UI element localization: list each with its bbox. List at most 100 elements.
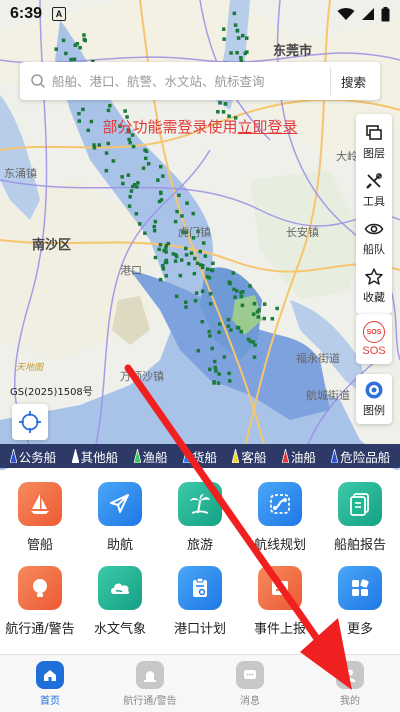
ship-dot[interactable] (78, 45, 82, 50)
ship-dot[interactable] (192, 271, 197, 276)
ship-dot[interactable] (81, 107, 85, 112)
ship-dot[interactable] (253, 343, 257, 347)
ship-dot[interactable] (248, 339, 253, 344)
ship-dot[interactable] (194, 291, 199, 295)
ship-dot[interactable] (106, 108, 111, 113)
ship-dot[interactable] (251, 312, 256, 316)
ship-dot[interactable] (252, 301, 257, 306)
ship-dot[interactable] (231, 271, 236, 275)
ship-dot[interactable] (202, 241, 206, 245)
ship-dot[interactable] (175, 209, 179, 214)
ship-dot[interactable] (198, 249, 203, 254)
ship-dot[interactable] (214, 369, 218, 373)
ship-dot[interactable] (108, 104, 112, 108)
ship-dot[interactable] (152, 228, 157, 233)
ship-dot[interactable] (193, 256, 197, 261)
ship-dot[interactable] (136, 181, 140, 185)
ship-dot[interactable] (227, 371, 231, 376)
ship-dot[interactable] (152, 224, 157, 229)
ship-dot[interactable] (275, 306, 279, 311)
ship-dot[interactable] (228, 379, 232, 383)
ship-dot[interactable] (69, 57, 73, 62)
ship-dot[interactable] (228, 281, 232, 286)
ship-dot[interactable] (195, 261, 200, 266)
ship-dot[interactable] (121, 181, 125, 186)
ship-dot[interactable] (138, 222, 142, 226)
ship-dot[interactable] (61, 38, 66, 43)
sos-button[interactable]: SOS SOS (356, 314, 392, 364)
ship-dot[interactable] (226, 324, 231, 328)
ship-dot[interactable] (187, 262, 191, 266)
ship-dot[interactable] (161, 263, 165, 268)
tab-profile[interactable]: 我的 (300, 655, 400, 712)
ship-dot[interactable] (104, 151, 109, 155)
ship-dot[interactable] (208, 367, 212, 372)
ship-dot[interactable] (222, 37, 226, 41)
func-event-report[interactable]: 事件上报 (240, 566, 320, 650)
ship-dot[interactable] (248, 284, 252, 288)
ship-dot[interactable] (189, 251, 194, 255)
ship-dot[interactable] (201, 264, 205, 268)
ship-dot[interactable] (241, 33, 245, 38)
ship-dot[interactable] (161, 267, 166, 271)
ship-dot[interactable] (144, 156, 148, 161)
ship-dot[interactable] (223, 102, 228, 106)
ship-dot[interactable] (128, 195, 132, 199)
ship-dot[interactable] (177, 193, 181, 198)
ship-dot[interactable] (216, 381, 221, 385)
ship-dot[interactable] (156, 178, 160, 182)
ship-dot[interactable] (210, 268, 215, 273)
ship-dot[interactable] (208, 334, 212, 338)
ship-dot[interactable] (233, 295, 237, 299)
ship-dot[interactable] (217, 330, 221, 335)
ship-dot[interactable] (159, 198, 164, 202)
ship-dot[interactable] (203, 254, 208, 258)
ship-dot[interactable] (129, 189, 134, 193)
ship-dot[interactable] (92, 146, 97, 150)
ship-dot[interactable] (180, 214, 184, 218)
tool-tools-button[interactable]: 工具 (356, 166, 392, 214)
ship-dot[interactable] (153, 219, 158, 224)
ship-dot[interactable] (97, 143, 102, 147)
ship-dot[interactable] (141, 166, 146, 170)
ship-dot[interactable] (146, 162, 151, 166)
func-tourism[interactable]: 旅游 (160, 482, 240, 566)
ship-dot[interactable] (208, 292, 213, 296)
ship-dot[interactable] (185, 201, 189, 205)
ship-dot[interactable] (212, 381, 216, 385)
ship-dot[interactable] (211, 261, 215, 266)
ship-dot[interactable] (191, 211, 196, 216)
ship-dot[interactable] (184, 300, 188, 305)
ship-dot[interactable] (179, 258, 184, 262)
ship-dot[interactable] (184, 246, 188, 251)
ship-dot[interactable] (196, 349, 201, 353)
ship-dot[interactable] (159, 164, 163, 169)
ship-dot[interactable] (104, 168, 109, 173)
ship-dot[interactable] (229, 51, 233, 55)
ship-dot[interactable] (216, 110, 220, 114)
tool-layers-button[interactable]: 图层 (356, 118, 392, 166)
ship-dot[interactable] (200, 320, 205, 324)
ship-dot[interactable] (193, 299, 198, 303)
ship-dot[interactable] (131, 144, 136, 149)
ship-dot[interactable] (126, 173, 131, 177)
ship-dot[interactable] (159, 191, 163, 196)
ship-dot[interactable] (82, 37, 87, 42)
ship-dot[interactable] (184, 305, 188, 309)
ship-dot[interactable] (222, 355, 227, 359)
ship-dot[interactable] (133, 183, 137, 187)
ship-dot[interactable] (171, 252, 176, 256)
ship-dot[interactable] (173, 219, 178, 224)
ship-dot[interactable] (210, 346, 214, 351)
func-manage-ship[interactable]: 管船 (0, 482, 80, 566)
ship-dot[interactable] (72, 57, 77, 62)
ship-dot[interactable] (226, 317, 231, 322)
ship-dot[interactable] (173, 259, 178, 263)
ship-dot[interactable] (213, 359, 217, 364)
ship-dot[interactable] (128, 140, 132, 145)
ship-dot[interactable] (205, 267, 210, 271)
ship-dot[interactable] (213, 365, 218, 370)
ship-dot[interactable] (239, 294, 244, 299)
func-hydro-weather[interactable]: 水文气象 (80, 566, 160, 650)
ship-dot[interactable] (200, 289, 205, 294)
